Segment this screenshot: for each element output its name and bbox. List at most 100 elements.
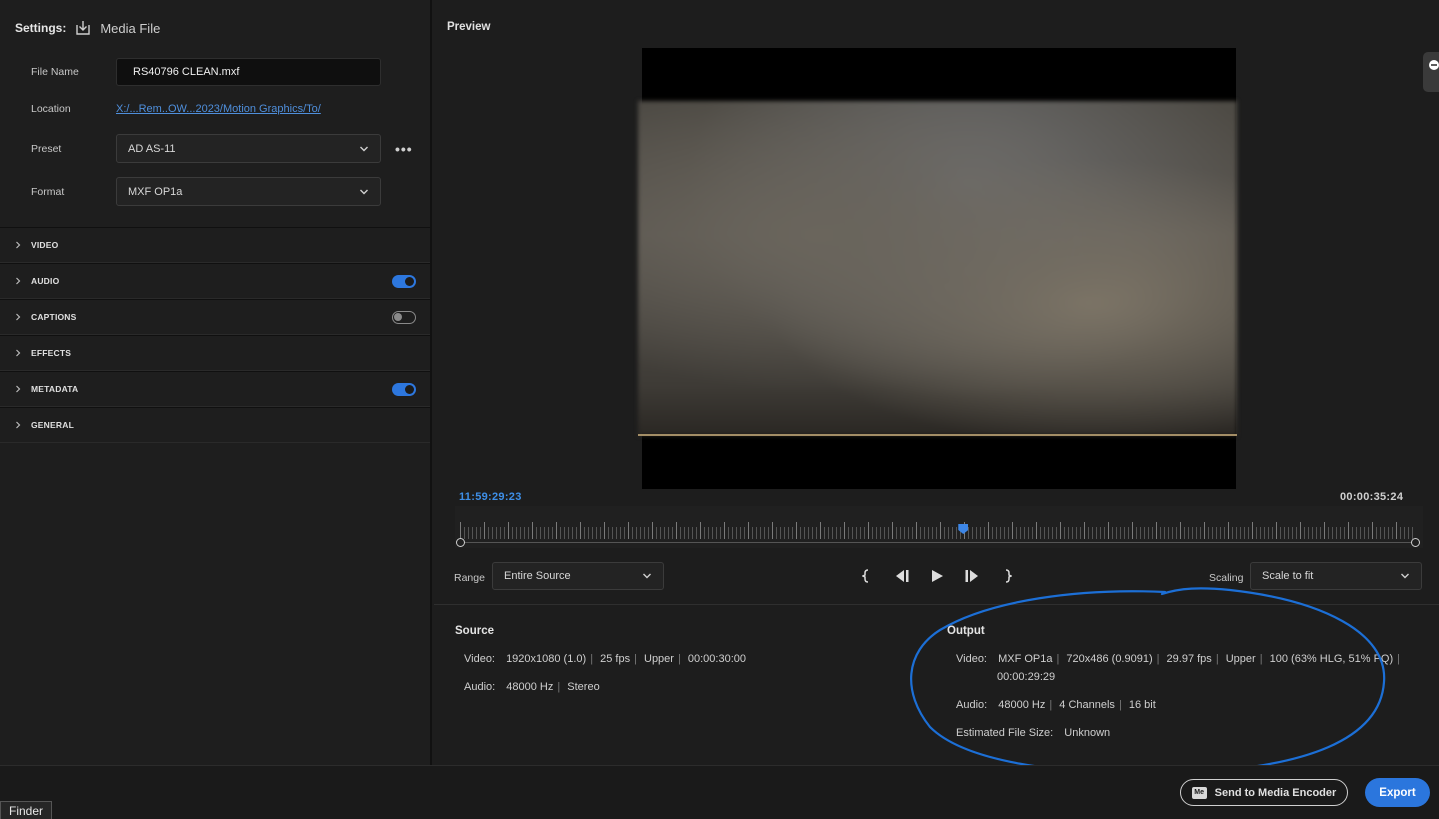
- output-video-fps: 29.97 fps: [1166, 653, 1212, 665]
- section-metadata[interactable]: METADATA: [0, 371, 430, 407]
- format-row: Format MXF OP1a: [31, 177, 381, 206]
- step-forward-icon: [965, 570, 978, 582]
- format-select[interactable]: MXF OP1a: [116, 177, 381, 206]
- source-video-label: Video:: [464, 653, 495, 665]
- export-button[interactable]: Export: [1365, 778, 1430, 807]
- output-video-label: Video:: [956, 653, 987, 665]
- section-effects[interactable]: EFFECTS: [0, 335, 430, 371]
- preview-divider: [434, 604, 1439, 605]
- chevron-right-icon: [16, 421, 21, 429]
- set-out-point-button[interactable]: [998, 566, 1016, 586]
- section-label: GENERAL: [31, 420, 74, 430]
- output-size-line: Estimated File Size: Unknown: [956, 727, 1110, 739]
- download-icon[interactable]: [74, 19, 92, 37]
- mark-in-icon: [862, 569, 869, 583]
- preset-select[interactable]: AD AS-11: [116, 134, 381, 163]
- source-video-fps: 25 fps: [600, 653, 631, 665]
- section-general[interactable]: GENERAL: [0, 407, 430, 443]
- source-video-field: Upper: [644, 653, 674, 665]
- current-timecode[interactable]: 11:59:29:23: [459, 491, 522, 503]
- section-label: CAPTIONS: [31, 312, 77, 322]
- video-bottom-edge: [638, 434, 1237, 436]
- source-title: Source: [455, 625, 494, 637]
- in-point-handle[interactable]: [456, 538, 465, 547]
- settings-panel: Settings: Media File File Name RS40796 C…: [0, 0, 432, 765]
- preset-row: Preset AD AS-11 •••: [31, 134, 413, 163]
- output-video-duration: 00:00:29:29: [997, 671, 1056, 683]
- output-video-field: Upper: [1225, 653, 1256, 665]
- output-size-label: Estimated File Size:: [956, 727, 1054, 739]
- play-icon: [932, 570, 943, 582]
- preset-label: Preset: [31, 142, 62, 155]
- transport-controls: [858, 566, 1016, 586]
- output-video-quality: 100 (63% HLG, 51% PQ): [1269, 653, 1394, 665]
- file-name-label: File Name: [31, 66, 79, 78]
- annotation-circle: [910, 587, 1386, 775]
- output-video-format: MXF OP1a: [998, 653, 1053, 665]
- output-audio-rate: 48000 Hz: [998, 699, 1046, 711]
- output-audio-channels: 4 Channels: [1059, 699, 1115, 711]
- collapse-panel-icon[interactable]: [1427, 58, 1439, 72]
- section-label: VIDEO: [31, 240, 59, 250]
- range-value: Entire Source: [504, 570, 571, 582]
- set-in-point-button[interactable]: [858, 566, 876, 586]
- source-video-duration: 00:00:30:00: [687, 653, 747, 665]
- settings-sections: VIDEO AUDIO CAPTIONS EFFECTS METADATA GE…: [0, 227, 430, 443]
- timeline-major-ticks: [460, 522, 1415, 539]
- send-to-media-encoder-button[interactable]: Me Send to Media Encoder: [1180, 779, 1348, 806]
- finder-tab[interactable]: Finder: [0, 801, 52, 819]
- output-audio-line: Audio: 48000 Hz | 4 Channels | 16 bit: [956, 699, 1156, 711]
- play-button[interactable]: [928, 566, 946, 586]
- chevron-down-icon: [1401, 573, 1409, 579]
- more-options-icon[interactable]: •••: [395, 141, 413, 157]
- settings-title: Settings:: [15, 21, 67, 35]
- output-title: Output: [947, 625, 985, 637]
- section-label: EFFECTS: [31, 348, 72, 358]
- duration-timecode: 00:00:35:24: [1340, 491, 1404, 503]
- output-audio-label: Audio:: [956, 699, 988, 711]
- file-name-row: File Name RS40796 CLEAN.mxf: [31, 58, 381, 86]
- media-file-label: Media File: [100, 20, 161, 36]
- section-audio[interactable]: AUDIO: [0, 263, 430, 299]
- mark-out-icon: [1005, 569, 1012, 583]
- scaling-select[interactable]: Scale to fit: [1250, 562, 1422, 590]
- source-video-line: Video: 1920x1080 (1.0) | 25 fps | Upper | 0…: [464, 653, 747, 665]
- location-row: Location X:/...Rem..OW...2023/Motion Gra…: [31, 103, 321, 115]
- location-link[interactable]: X:/...Rem..OW...2023/Motion Graphics/To/: [116, 103, 321, 115]
- preset-value: AD AS-11: [128, 142, 176, 155]
- output-video-line: Video: MXF OP1a | 720x486 (0.9091) | 29.97…: [956, 653, 1400, 665]
- timeline-track: [460, 542, 1417, 543]
- location-label: Location: [31, 103, 71, 115]
- range-label: Range: [454, 572, 485, 584]
- captions-toggle[interactable]: [392, 311, 416, 324]
- scaling-value: Scale to fit: [1262, 570, 1314, 582]
- chevron-right-icon: [16, 241, 21, 249]
- audio-toggle[interactable]: [392, 275, 416, 288]
- output-size-value: Unknown: [1064, 727, 1111, 739]
- chevron-right-icon: [16, 385, 21, 393]
- file-name-input[interactable]: RS40796 CLEAN.mxf: [116, 58, 381, 86]
- source-audio-channels: Stereo: [567, 681, 600, 693]
- source-audio-label: Audio:: [464, 681, 496, 693]
- metadata-toggle[interactable]: [392, 383, 416, 396]
- chevron-down-icon: [360, 146, 368, 151]
- preview-title: Preview: [447, 21, 491, 33]
- chevron-right-icon: [16, 277, 21, 285]
- output-audio-bits: 16 bit: [1128, 699, 1156, 711]
- section-label: METADATA: [31, 384, 79, 394]
- output-video-res: 720x486 (0.9091): [1066, 653, 1153, 665]
- format-value: MXF OP1a: [128, 185, 183, 198]
- chevron-right-icon: [16, 349, 21, 357]
- source-audio-line: Audio: 48000 Hz | Stereo: [464, 681, 600, 693]
- out-point-handle[interactable]: [1411, 538, 1420, 547]
- range-select[interactable]: Entire Source: [492, 562, 664, 590]
- section-captions[interactable]: CAPTIONS: [0, 299, 430, 335]
- section-video[interactable]: VIDEO: [0, 227, 430, 263]
- step-back-button[interactable]: [893, 566, 911, 586]
- source-audio-rate: 48000 Hz: [506, 681, 554, 693]
- step-forward-button[interactable]: [963, 566, 981, 586]
- timeline-scrubber[interactable]: [455, 506, 1423, 548]
- step-back-icon: [896, 570, 909, 582]
- media-encoder-icon: Me: [1191, 786, 1207, 799]
- send-to-media-encoder-label: Send to Media Encoder: [1214, 786, 1337, 799]
